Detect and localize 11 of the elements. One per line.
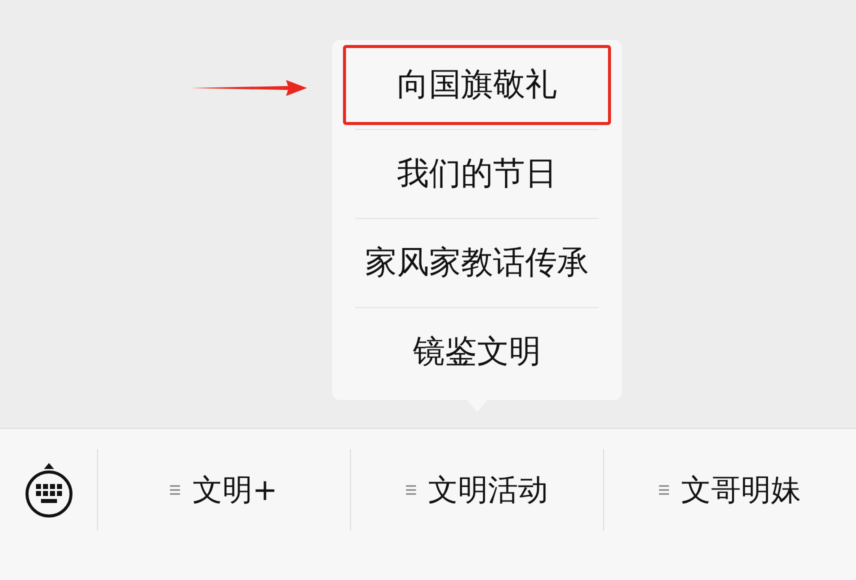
submenu-item[interactable]: 向国旗敬礼 [343,45,611,125]
menu-tab[interactable]: 文哥明妹 [653,466,807,514]
menu-tab[interactable]: 文明活动 [400,466,554,514]
submenu-item[interactable]: 家风家教话传承 [355,219,599,307]
submenu-item[interactable]: 我们的节日 [355,130,599,218]
submenu-item[interactable]: 镜鉴文明 [355,308,599,396]
list-icon [406,484,416,496]
list-icon [170,484,180,496]
keyboard-icon[interactable] [24,461,74,519]
menu-tab[interactable]: 文明+ [164,466,284,514]
list-icon [659,484,669,496]
